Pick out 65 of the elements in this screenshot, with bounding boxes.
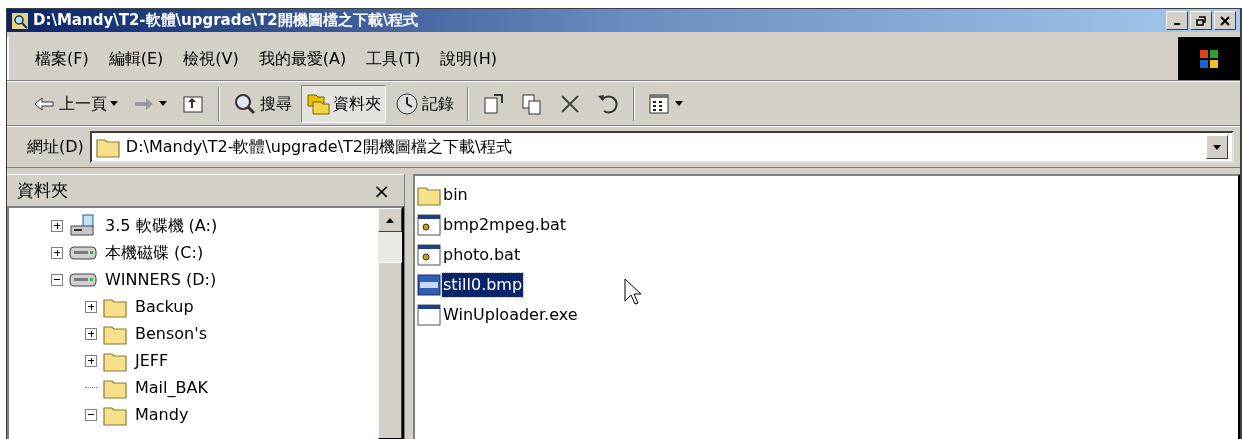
tree-item[interactable]: Benson's — [133, 321, 209, 346]
caret-icon — [1213, 144, 1221, 150]
minimize-icon — [1174, 22, 1180, 25]
file-item[interactable]: photo.bat — [442, 243, 522, 267]
menu-item[interactable]: 工具(T) — [360, 46, 427, 71]
tree-item[interactable]: 本機磁碟 (C:) — [103, 240, 206, 265]
move-to-icon — [482, 91, 506, 116]
tree-item[interactable]: Mandy — [133, 402, 191, 427]
menu-item[interactable]: 檔案(F) — [29, 46, 95, 71]
pane-title: 資料夾 — [17, 178, 68, 202]
dropdown-button[interactable] — [1206, 135, 1228, 159]
minimize-button[interactable] — [1166, 11, 1188, 30]
tree-item[interactable]: 3.5 軟碟機 (A:) — [103, 213, 220, 238]
window-title: D:\Mandy\T2-軟體\upgrade\T2開機圖檔之下載\程式 — [33, 10, 419, 32]
search-button[interactable]: 搜尋 — [228, 84, 297, 123]
floppy-drive-icon — [69, 213, 97, 238]
folders-button[interactable]: 資料夾 — [301, 84, 386, 123]
bitmap-file-icon — [417, 274, 441, 296]
folder-icon — [417, 184, 441, 206]
search-icon — [233, 91, 257, 116]
tree-item[interactable]: WINNERS (D:) — [103, 267, 219, 292]
restore-icon — [1196, 15, 1206, 26]
address-label: 網址(D) — [27, 136, 84, 158]
up-arrow-icon — [386, 217, 394, 223]
close-button[interactable]: × — [369, 175, 394, 206]
caret-icon — [675, 101, 683, 106]
close-button[interactable] — [1214, 11, 1236, 30]
collapse-toggle[interactable] — [85, 408, 97, 421]
expand-toggle[interactable] — [85, 300, 97, 313]
file-item[interactable]: still0.bmp — [442, 273, 524, 297]
caret-icon — [159, 101, 167, 106]
file-item[interactable]: bmp2mpeg.bat — [442, 213, 568, 237]
expand-toggle[interactable] — [51, 219, 63, 232]
menu-item[interactable]: 我的最愛(A) — [252, 46, 353, 71]
hard-drive-icon — [69, 243, 97, 262]
views-icon — [648, 91, 672, 116]
tree-item[interactable]: Backup — [133, 294, 196, 319]
close-icon — [1220, 15, 1230, 26]
file-item[interactable]: WinUploader.exe — [442, 303, 579, 327]
menu-item[interactable]: 檢視(V) — [177, 46, 245, 71]
scroll-up-button[interactable] — [378, 208, 402, 232]
batch-file-icon — [417, 244, 441, 266]
folder-icon — [95, 136, 120, 158]
hard-drive-icon — [69, 270, 97, 289]
tree-item[interactable]: Mail_BAK — [133, 375, 210, 400]
explorer-icon — [11, 11, 29, 30]
copy-to-icon — [520, 91, 544, 116]
menu-item[interactable]: 說明(H) — [434, 46, 503, 71]
menu-item[interactable]: 編輯(E) — [102, 46, 170, 71]
restore-button[interactable] — [1190, 11, 1212, 30]
expand-toggle[interactable] — [85, 354, 97, 367]
application-icon — [417, 304, 441, 326]
expand-toggle[interactable] — [51, 246, 63, 259]
collapse-toggle[interactable] — [51, 273, 63, 286]
folders-icon — [306, 91, 330, 116]
expand-toggle[interactable] — [85, 327, 97, 340]
mouse-pointer-icon — [624, 278, 643, 306]
address-field[interactable]: D:\Mandy\T2-軟體\upgrade\T2開機圖檔之下載\程式 — [89, 131, 1234, 163]
tree-item[interactable]: JEFF — [133, 348, 171, 373]
file-item[interactable]: bin — [442, 183, 469, 207]
history-button[interactable]: 記錄 — [390, 84, 459, 123]
caret-icon — [110, 101, 118, 106]
history-clock-icon — [395, 91, 419, 116]
back-button[interactable]: 上一頁 — [27, 84, 123, 123]
batch-file-icon — [417, 214, 441, 236]
